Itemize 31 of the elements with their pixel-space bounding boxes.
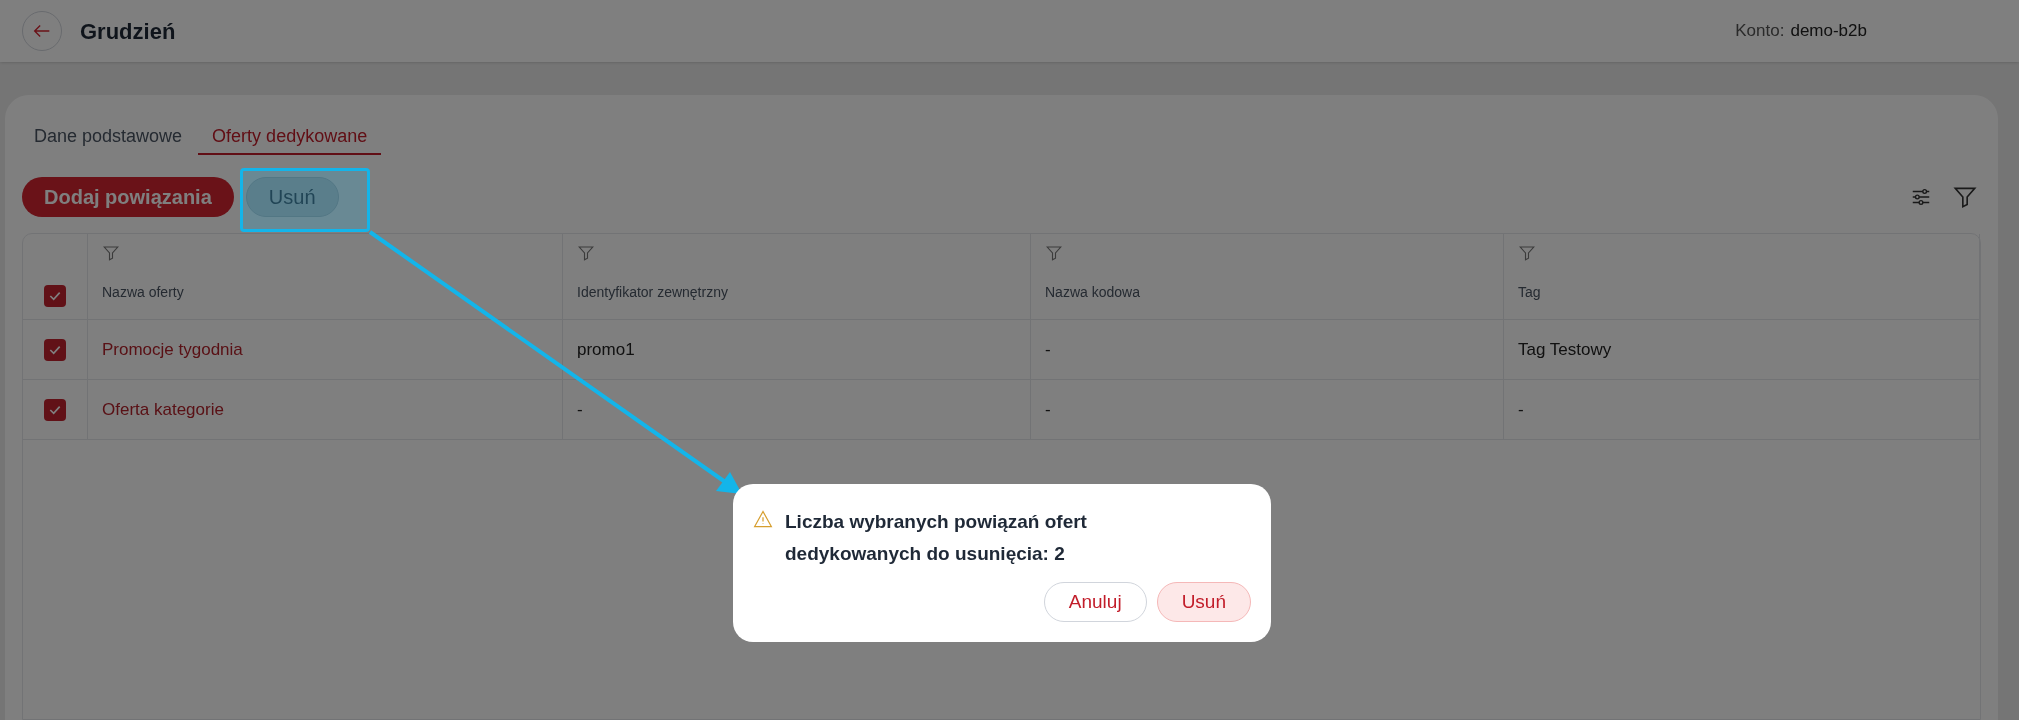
offer-link[interactable]: Promocje tygodnia bbox=[102, 336, 243, 363]
page-title: Grudzień bbox=[80, 17, 176, 46]
column-header: Tag bbox=[1518, 283, 1542, 302]
add-links-button[interactable]: Dodaj powiązania bbox=[22, 177, 234, 217]
cancel-button[interactable]: Anuluj bbox=[1043, 582, 1147, 622]
column-header: Nazwa oferty bbox=[102, 283, 185, 302]
settings-sliders-icon[interactable] bbox=[1910, 186, 1932, 208]
column-filter-icon[interactable] bbox=[1045, 244, 1063, 262]
tab[interactable]: Dane podstawowe bbox=[32, 119, 185, 155]
checkbox[interactable] bbox=[44, 338, 66, 361]
table-cell-text: - bbox=[1045, 338, 1051, 361]
dialog-message: Liczba wybranych powiązań ofert dedykowanych do usunięcia: 2 bbox=[785, 510, 1088, 566]
column-filter-icon[interactable] bbox=[102, 244, 120, 262]
column-header: Nazwa kodowa bbox=[1045, 283, 1141, 302]
checkbox[interactable] bbox=[44, 398, 66, 421]
table-cell-text: - bbox=[1518, 398, 1524, 421]
table-cell-text: - bbox=[1045, 398, 1051, 421]
confirm-delete-button[interactable]: Usuń bbox=[1156, 582, 1251, 622]
column-header: Identyfikator zewnętrzny bbox=[577, 283, 729, 302]
account-label: Konto: bbox=[1735, 20, 1785, 43]
warning-icon bbox=[753, 509, 773, 529]
column-filter-icon[interactable] bbox=[1518, 244, 1536, 262]
tab[interactable]: Oferty dedykowane bbox=[198, 119, 382, 155]
table-cell-text: - bbox=[577, 398, 583, 421]
checkbox[interactable] bbox=[44, 285, 66, 307]
delete-button[interactable]: Usuń bbox=[245, 177, 339, 217]
table-cell-text: Tag Testowy bbox=[1518, 338, 1612, 361]
account-name: demo-b2b bbox=[1790, 20, 1867, 43]
table-cell-text: promo1 bbox=[577, 338, 635, 361]
column-filter-icon[interactable] bbox=[577, 244, 595, 262]
offer-link[interactable]: Oferta kategorie bbox=[102, 396, 224, 423]
